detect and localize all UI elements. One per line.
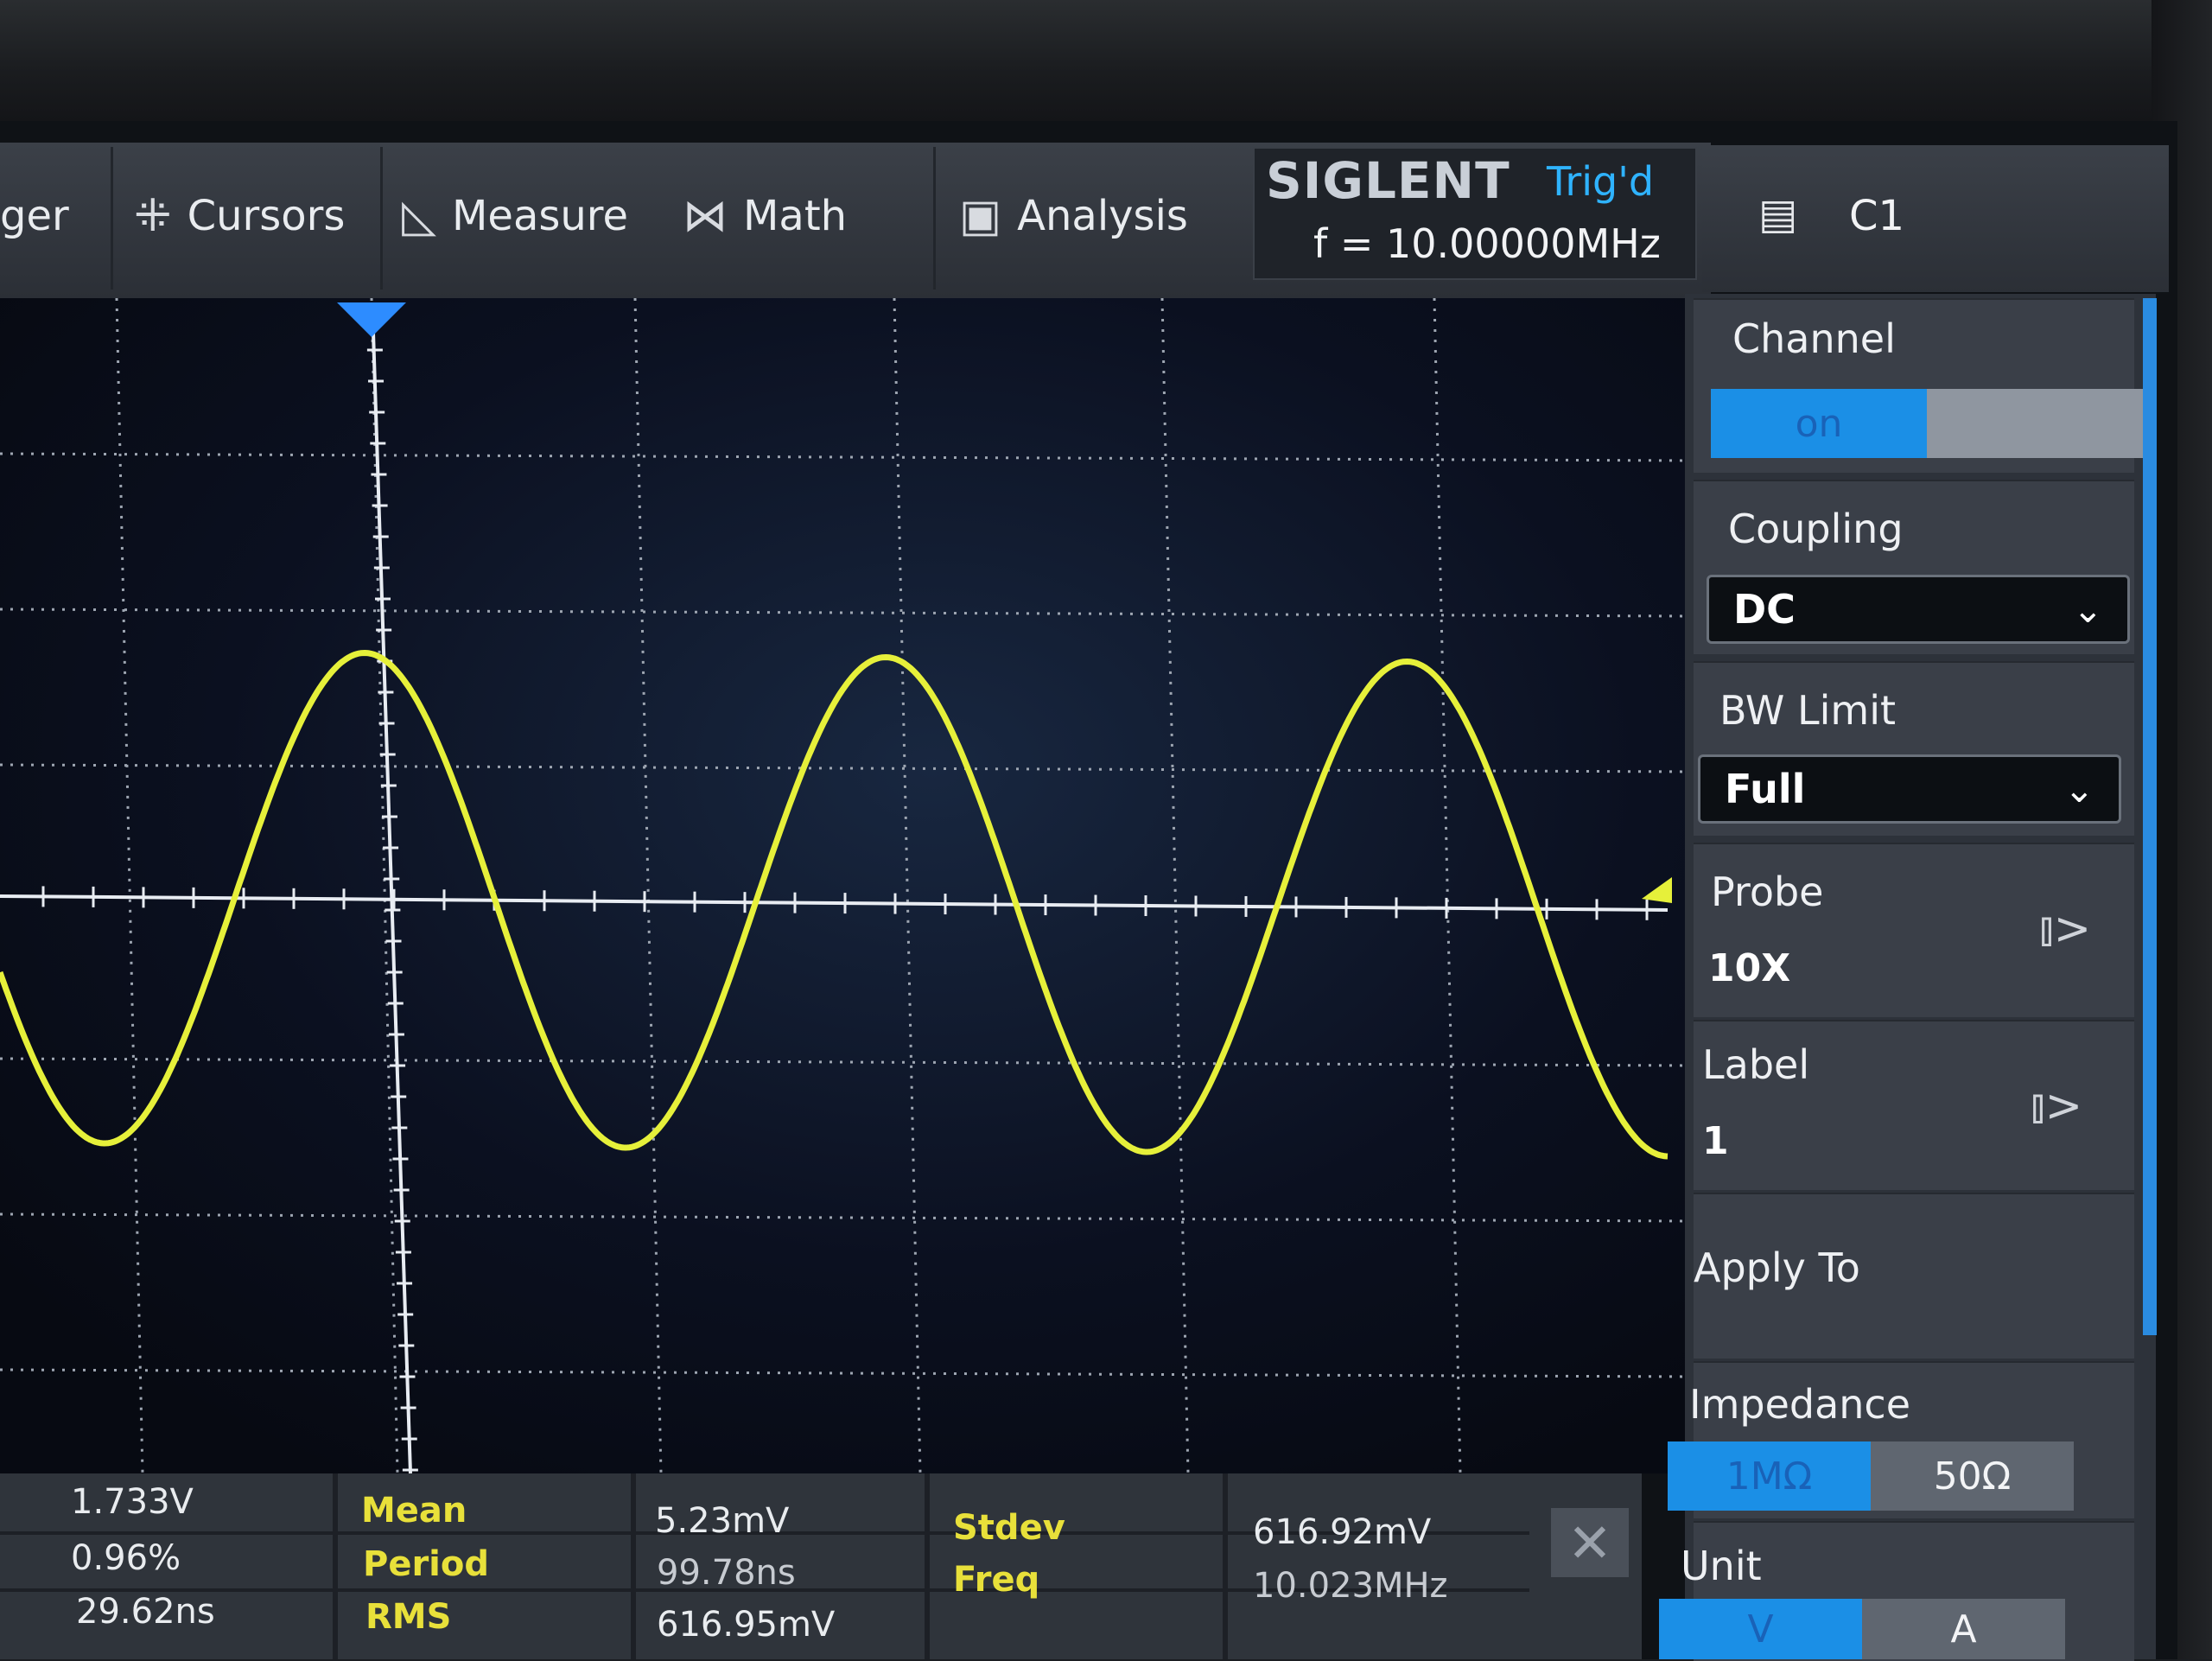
monitor-bezel-top [0,0,2212,121]
measurement-value: 616.92mV [1253,1512,1432,1552]
probe-value: 10X [1708,946,1791,990]
frequency-readout: f = 10.00000MHz [1313,220,1661,267]
expand-arrow-icon[interactable]: ⫾> [2031,1080,2082,1133]
label-value: 1 [1702,1119,1729,1163]
menu-divider [111,147,113,290]
unit-label: Unit [1681,1543,1762,1589]
unit-a-option[interactable]: A [1862,1599,2065,1659]
table-divider [631,1473,636,1659]
coupling-label: Coupling [1728,506,1904,552]
measurement-value: 616.95mV [657,1605,836,1645]
impedance-50ohm-option[interactable]: 50Ω [1871,1441,2074,1511]
channel-off-option[interactable] [1927,389,2143,458]
clipboard-icon[interactable]: ▤ [1758,190,1797,242]
menu-analysis-label: Analysis [1017,192,1188,240]
coupling-value: DC [1733,586,1796,633]
brand-logo: SIGLENT [1266,151,1510,210]
menu-analysis[interactable]: ▣ Analysis [959,181,1188,251]
measure-icon: ◺ [402,190,436,242]
analysis-icon: ▣ [959,190,1002,242]
waveform-svg [0,298,1694,1473]
waveform-display[interactable] [0,298,1694,1473]
menu-cursors-label: Cursors [187,192,346,240]
measurement-value: 10.023MHz [1253,1566,1448,1606]
impedance-toggle[interactable]: 1MΩ 50Ω [1668,1441,2074,1511]
panel-scroll-accent[interactable] [2143,298,2157,1335]
measurement-name-period: Period [363,1544,489,1584]
menu-cursors[interactable]: ⁜ Cursors [134,181,345,251]
measurement-value: 99.78ns [657,1553,796,1593]
menu-divider [933,147,936,290]
coupling-dropdown[interactable]: DC ⌄ [1707,575,2130,644]
measurement-value: 29.62ns [76,1592,215,1632]
measurement-name-mean: Mean [361,1491,467,1531]
menu-measure[interactable]: ◺ Measure [402,181,628,251]
measurement-name-rms: RMS [365,1597,452,1637]
trigger-status: Trig'd [1547,158,1655,205]
table-divider [333,1473,338,1659]
menu-math-label: Math [743,192,848,240]
cursors-icon: ⁜ [134,190,172,242]
unit-v-option[interactable]: V [1659,1599,1862,1659]
table-divider [925,1473,930,1659]
menu-trigger[interactable]: ger [0,181,69,251]
menu-measure-label: Measure [452,192,628,240]
table-divider [1223,1473,1228,1659]
measurement-value: 5.23mV [655,1501,790,1541]
label-label: Label [1702,1041,1810,1088]
channel-on-option[interactable]: on [1711,389,1927,458]
bw-limit-value: Full [1725,766,1806,812]
impedance-1mohm-option[interactable]: 1MΩ [1668,1441,1871,1511]
apply-to-label: Apply To [1694,1244,1860,1291]
measurement-name-freq: Freq [953,1560,1040,1600]
menu-divider [380,147,383,290]
measurement-value: 1.733V [71,1482,194,1522]
close-icon[interactable]: ✕ [1551,1508,1629,1577]
bw-limit-dropdown[interactable]: Full ⌄ [1698,754,2121,824]
unit-toggle[interactable]: V A [1659,1599,2065,1659]
menu-math[interactable]: ⋈ Math [683,181,847,251]
impedance-label: Impedance [1689,1381,1911,1428]
math-icon: ⋈ [683,190,728,242]
bw-limit-label: BW Limit [1719,687,1897,734]
measurement-name-stdev: Stdev [953,1508,1065,1548]
probe-label: Probe [1711,869,1824,915]
menu-trigger-label: ger [0,192,69,240]
measurement-value: 0.96% [71,1538,181,1578]
expand-arrow-icon[interactable]: ⫾> [2039,903,2091,956]
chevron-down-icon: ⌄ [2063,767,2094,811]
channel-label: Channel [1732,315,1896,362]
chevron-down-icon: ⌄ [2072,588,2103,631]
channel-title: C1 [1849,192,1905,240]
channel-toggle[interactable]: on [1711,389,2143,458]
